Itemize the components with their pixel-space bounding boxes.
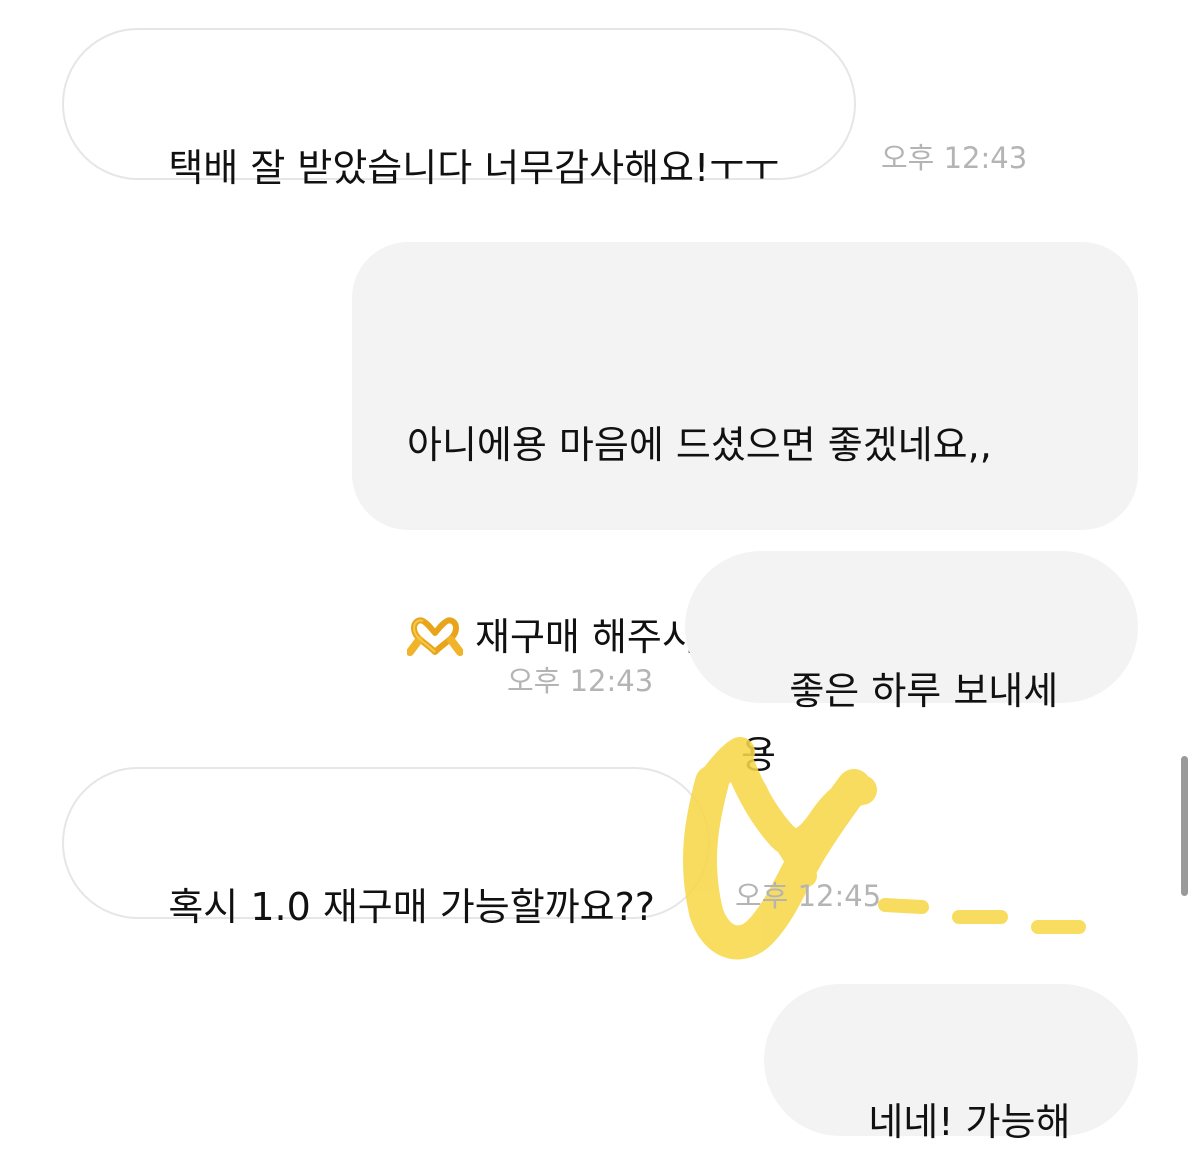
message-text: 네네! 가능해용 bbox=[868, 1100, 1071, 1144]
message-text: 택배 잘 받았습니다 너무감사해요!ㅜㅜ bbox=[168, 146, 780, 190]
message-text: 혹시 1.0 재구매 가능할까요?? bbox=[168, 885, 655, 929]
message-timestamp: 오후 12:45 bbox=[735, 879, 882, 913]
message-bubble-sent[interactable]: 네네! 가능해용 bbox=[764, 984, 1138, 1144]
message-bubble-received[interactable]: 택배 잘 받았습니다 너무감사해요!ㅜㅜ bbox=[62, 28, 856, 190]
heart-hands-emoji-icon bbox=[406, 611, 464, 656]
message-bubble-received[interactable]: 혹시 1.0 재구매 가능할까요?? bbox=[62, 767, 710, 929]
message-bubble-sent[interactable]: 아니에용 마음에 드셨으면 좋겠네요,, 재구매 해주시면 더더더더 많이 넣 … bbox=[352, 242, 1138, 851]
message-timestamp: 오후 12:43 bbox=[881, 141, 1028, 175]
message-timestamp: 오후 12:43 bbox=[507, 664, 654, 698]
message-line: 아니에용 마음에 드셨으면 좋겠네요,, bbox=[407, 423, 992, 467]
message-bubble-sent[interactable]: 좋은 하루 보내세용 bbox=[685, 551, 1138, 777]
scrollbar[interactable] bbox=[1181, 756, 1188, 896]
chat-thread[interactable]: 택배 잘 받았습니다 너무감사해요!ㅜㅜ 오후 12:43 아니에용 마음에 드… bbox=[0, 0, 1200, 1159]
